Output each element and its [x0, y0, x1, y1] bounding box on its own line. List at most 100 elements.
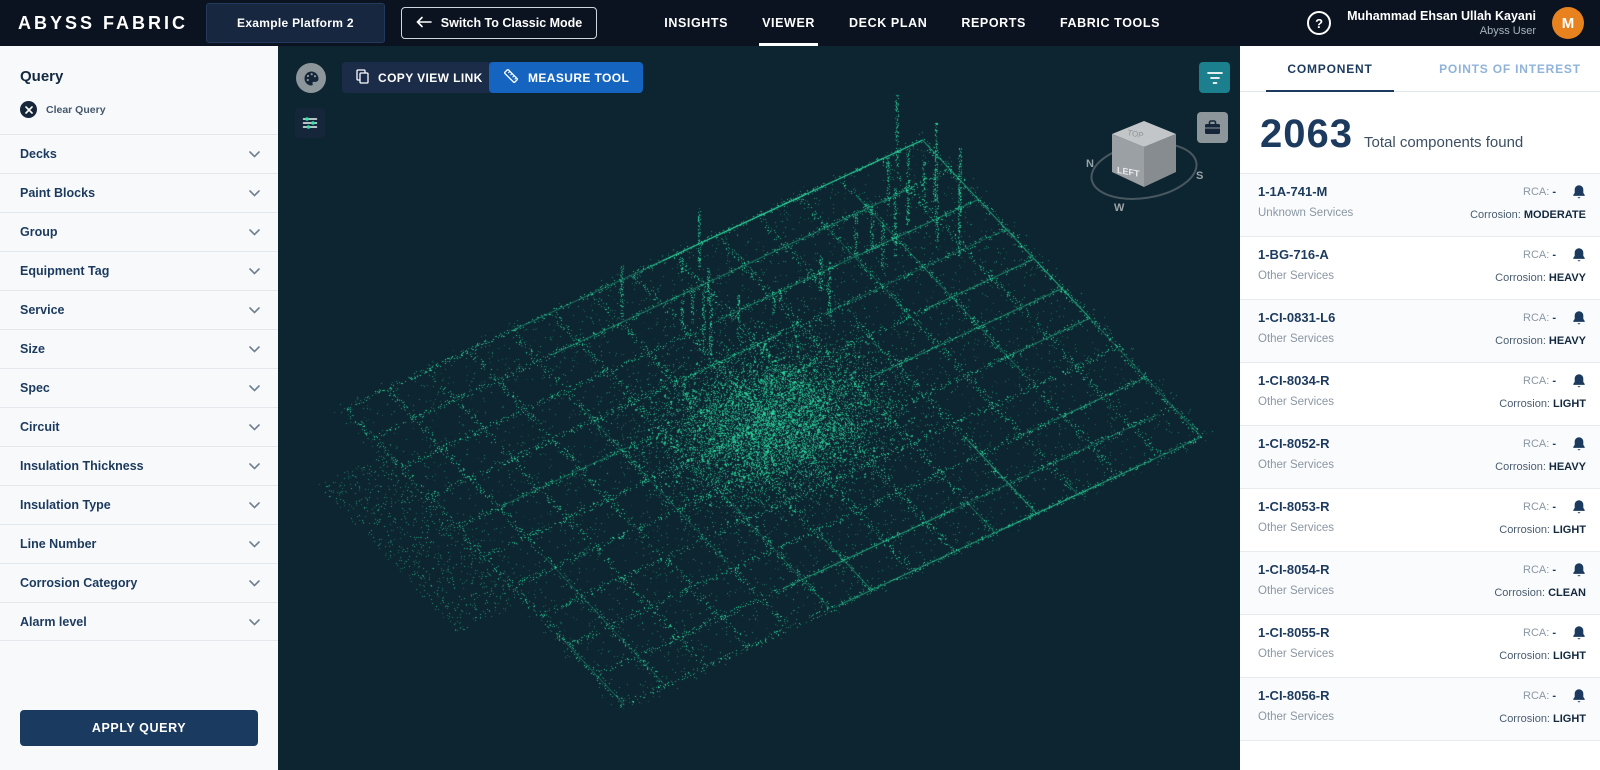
- filter-results-button[interactable]: [1199, 62, 1230, 93]
- filter-label: Service: [20, 303, 64, 317]
- component-meta: RCA:- Corrosion:HEAVY: [1495, 310, 1586, 362]
- filter-accordion-item[interactable]: Spec: [0, 368, 278, 407]
- component-corrosion: Corrosion:HEAVY: [1495, 335, 1586, 347]
- nav-item[interactable]: FABRIC TOOLS: [1043, 0, 1177, 46]
- filter-label: Alarm level: [20, 615, 87, 629]
- component-row[interactable]: 1-CI-8053-R Other Services RCA:- Corrosi…: [1240, 489, 1600, 552]
- apply-query-button[interactable]: APPLY QUERY: [20, 710, 258, 746]
- cube-body: TOP LEFT: [1112, 121, 1176, 187]
- alarm-bell-icon[interactable]: [1572, 373, 1586, 389]
- app-body: Query Clear Query Decks Paint Blocks Gro…: [0, 46, 1600, 770]
- filter-accordion-item[interactable]: Circuit: [0, 407, 278, 446]
- display-settings-button[interactable]: [295, 108, 325, 138]
- user-info: Muhammad Ehsan Ullah Kayani Abyss User: [1347, 8, 1536, 39]
- component-row[interactable]: 1-CI-0831-L6 Other Services RCA:- Corros…: [1240, 300, 1600, 363]
- measure-tool-label: MEASURE TOOL: [528, 71, 629, 85]
- component-row[interactable]: 1-BG-716-A Other Services RCA:- Corrosio…: [1240, 237, 1600, 300]
- filter-accordion-item[interactable]: Insulation Type: [0, 485, 278, 524]
- component-rca: RCA:-: [1523, 438, 1556, 450]
- component-row[interactable]: 1-CI-8055-R Other Services RCA:- Corrosi…: [1240, 615, 1600, 678]
- results-tabs: COMPONENT POINTS OF INTEREST: [1240, 46, 1600, 92]
- platform-selector-button[interactable]: Example Platform 2: [206, 3, 385, 43]
- alarm-bell-icon[interactable]: [1572, 688, 1586, 704]
- component-row[interactable]: 1-CI-8034-R Other Services RCA:- Corrosi…: [1240, 363, 1600, 426]
- help-icon[interactable]: ?: [1307, 11, 1331, 35]
- component-id: 1-BG-716-A: [1258, 247, 1334, 262]
- back-arrow-icon: [416, 16, 432, 31]
- component-row[interactable]: 1-CI-8052-R Other Services RCA:- Corrosi…: [1240, 426, 1600, 489]
- app-logo: ABYSS FABRIC: [0, 13, 206, 34]
- component-row[interactable]: 1-CI-8056-R Other Services RCA:- Corrosi…: [1240, 678, 1600, 741]
- filter-accordion-item[interactable]: Line Number: [0, 524, 278, 563]
- compass-n-label: N: [1086, 158, 1094, 170]
- component-corrosion: Corrosion:LIGHT: [1499, 398, 1586, 410]
- app-window: ABYSS FABRIC Example Platform 2 Switch T…: [0, 0, 1600, 770]
- results-tab-label: POINTS OF INTEREST: [1439, 62, 1581, 76]
- filter-accordion-item[interactable]: Service: [0, 290, 278, 329]
- filter-label: Size: [20, 342, 45, 356]
- component-corrosion: Corrosion:HEAVY: [1495, 272, 1586, 284]
- palette-icon: [303, 70, 320, 87]
- alarm-bell-icon[interactable]: [1572, 184, 1586, 200]
- alarm-bell-icon[interactable]: [1572, 562, 1586, 578]
- copy-view-link-button[interactable]: COPY VIEW LINK: [342, 62, 497, 93]
- component-rca-line: RCA:-: [1523, 625, 1586, 641]
- nav-item[interactable]: INSIGHTS: [647, 0, 745, 46]
- chevron-down-icon: [249, 301, 260, 319]
- filter-label: Line Number: [20, 537, 96, 551]
- results-tab-label: COMPONENT: [1287, 62, 1372, 76]
- alarm-bell-icon[interactable]: [1572, 310, 1586, 326]
- filter-accordion-item[interactable]: Insulation Thickness: [0, 446, 278, 485]
- nav-item[interactable]: VIEWER: [745, 0, 832, 46]
- component-rca: RCA:-: [1523, 501, 1556, 513]
- nav-item[interactable]: REPORTS: [944, 0, 1043, 46]
- component-rca-line: RCA:-: [1523, 373, 1586, 389]
- component-service: Other Services: [1258, 270, 1334, 282]
- compass-w-label: W: [1114, 202, 1125, 214]
- component-row[interactable]: 1-CI-8054-R Other Services RCA:- Corrosi…: [1240, 552, 1600, 615]
- filter-accordion-item[interactable]: Decks: [0, 134, 278, 173]
- component-rca: RCA:-: [1523, 627, 1556, 639]
- ruler-icon: [503, 68, 519, 87]
- user-role: Abyss User: [1347, 24, 1536, 38]
- nav-item[interactable]: DECK PLAN: [832, 0, 944, 46]
- alarm-bell-icon[interactable]: [1572, 499, 1586, 515]
- measure-tool-button[interactable]: MEASURE TOOL: [489, 62, 643, 93]
- component-rca-line: RCA:-: [1523, 184, 1586, 200]
- filter-label: Paint Blocks: [20, 186, 95, 200]
- filter-label: Group: [20, 225, 58, 239]
- filter-accordion-item[interactable]: Paint Blocks: [0, 173, 278, 212]
- results-panel: COMPONENT POINTS OF INTEREST 2063 Total …: [1240, 46, 1600, 770]
- component-rca-line: RCA:-: [1523, 499, 1586, 515]
- component-id: 1-CI-8055-R: [1258, 625, 1334, 640]
- component-row[interactable]: 1-1A-741-M Unknown Services RCA:- Corros…: [1240, 174, 1600, 237]
- filter-accordion-item[interactable]: Size: [0, 329, 278, 368]
- clear-query-button[interactable]: Clear Query: [0, 101, 278, 134]
- component-rca: RCA:-: [1523, 312, 1556, 324]
- component-corrosion: Corrosion:LIGHT: [1499, 650, 1586, 662]
- navigation-cube[interactable]: N W S TOP LEFT: [1078, 101, 1210, 233]
- alarm-bell-icon[interactable]: [1572, 436, 1586, 452]
- component-rca: RCA:-: [1523, 375, 1556, 387]
- copy-view-link-label: COPY VIEW LINK: [378, 71, 483, 85]
- avatar[interactable]: M: [1552, 7, 1584, 39]
- component-service: Other Services: [1258, 459, 1334, 471]
- copy-icon: [356, 69, 369, 87]
- component-info: 1-1A-741-M Unknown Services: [1258, 184, 1353, 236]
- component-id: 1-CI-8056-R: [1258, 688, 1334, 703]
- results-tab[interactable]: COMPONENT: [1240, 46, 1420, 91]
- component-meta: RCA:- Corrosion:HEAVY: [1495, 436, 1586, 488]
- chevron-down-icon: [249, 613, 260, 631]
- alarm-bell-icon[interactable]: [1572, 625, 1586, 641]
- filter-accordion-item[interactable]: Corrosion Category: [0, 563, 278, 602]
- alarm-bell-icon[interactable]: [1572, 247, 1586, 263]
- component-id: 1-CI-8053-R: [1258, 499, 1334, 514]
- palette-button[interactable]: [296, 63, 326, 93]
- filter-accordion-item[interactable]: Equipment Tag: [0, 251, 278, 290]
- component-rca-line: RCA:-: [1523, 310, 1586, 326]
- switch-classic-mode-button[interactable]: Switch To Classic Mode: [401, 7, 597, 39]
- results-tab[interactable]: POINTS OF INTEREST: [1420, 46, 1600, 91]
- filter-accordion-item[interactable]: Alarm level: [0, 602, 278, 641]
- filter-accordion-item[interactable]: Group: [0, 212, 278, 251]
- component-meta: RCA:- Corrosion:LIGHT: [1499, 499, 1586, 551]
